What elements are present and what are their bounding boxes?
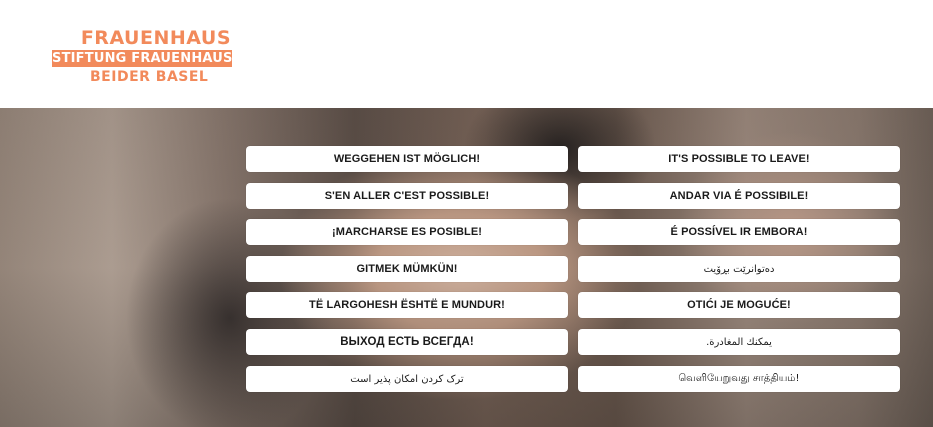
language-button-portuguese[interactable]: É POSSÍVEL IR EMBORA! [578,219,900,245]
logo-subtitle-bar: STIFTUNG FRAUENHAUS [52,50,232,67]
language-button-kurdish[interactable]: دەتوانرێت بڕۆیت [578,256,900,282]
language-button-english[interactable]: IT'S POSSIBLE TO LEAVE! [578,146,900,172]
site-header: FRAUENHAUS STIFTUNG FRAUENHAUS BEIDER BA… [0,0,933,109]
frauenhaus-logo[interactable]: FRAUENHAUS STIFTUNG FRAUENHAUS BEIDER BA… [52,28,237,88]
language-button-bosnian-croatian-serbian[interactable]: OTIĆI JE MOGUĆE! [578,292,900,318]
logo-title: FRAUENHAUS [80,27,231,49]
logo-location: BEIDER BASEL [90,69,209,85]
language-button-arabic[interactable]: يمكنك المغادرة. [578,329,900,355]
language-button-french[interactable]: S'EN ALLER C'EST POSSIBLE! [246,183,568,209]
language-button-russian[interactable]: ВЫХОД ЕСТЬ ВСЕГДА! [246,329,568,355]
language-button-italian[interactable]: ANDAR VIA É POSSIBILE! [578,183,900,209]
language-button-german[interactable]: WEGGEHEN IST MÖGLICH! [246,146,568,172]
language-button-albanian[interactable]: TË LARGOHESH ËSHTË E MUNDUR! [246,292,568,318]
language-button-tamil[interactable]: வெளியேறுவது சாத்தியம்! [578,366,900,392]
language-button-turkish[interactable]: GITMEK MÜMKÜN! [246,256,568,282]
language-button-spanish[interactable]: ¡MARCHARSE ES POSIBLE! [246,219,568,245]
language-button-persian[interactable]: ترک کردن امکان پذیر است [246,366,568,392]
page: FRAUENHAUS STIFTUNG FRAUENHAUS BEIDER BA… [0,0,933,427]
